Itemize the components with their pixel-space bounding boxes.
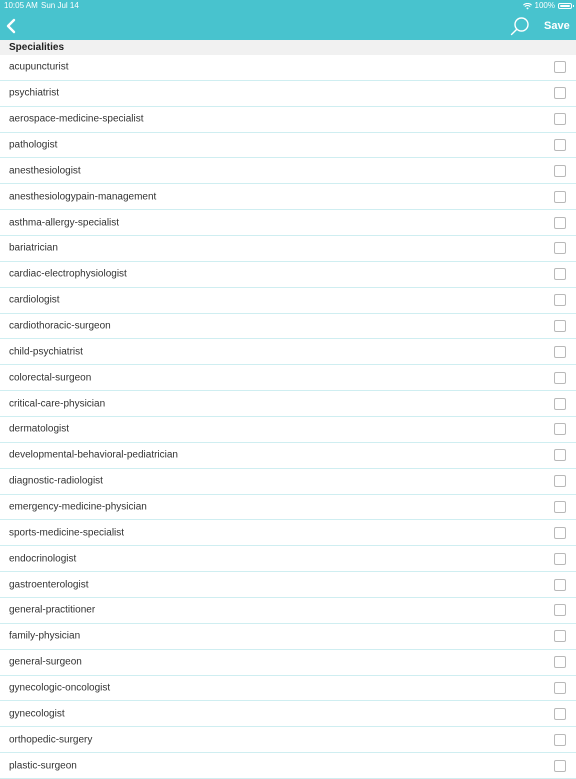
navigation-bar: Save xyxy=(0,12,576,40)
list-item[interactable]: dermatologist xyxy=(0,417,576,443)
speciality-checkbox[interactable] xyxy=(554,578,566,591)
speciality-label: family-physician xyxy=(9,630,81,642)
list-item[interactable]: colorectal-surgeon xyxy=(0,365,576,392)
list-item[interactable]: gastroenterologist xyxy=(0,572,576,599)
save-button[interactable]: Save xyxy=(544,19,570,33)
section-header: Specialities xyxy=(0,40,576,55)
speciality-checkbox[interactable] xyxy=(554,242,566,255)
list-item[interactable]: cardiologist xyxy=(0,288,576,314)
speciality-checkbox[interactable] xyxy=(554,656,566,669)
speciality-checkbox[interactable] xyxy=(554,501,566,514)
speciality-label: acupuncturist xyxy=(9,61,69,73)
list-item[interactable]: bariatrician xyxy=(0,236,576,262)
speciality-checkbox[interactable] xyxy=(554,759,566,772)
speciality-checkbox[interactable] xyxy=(554,320,566,333)
speciality-checkbox[interactable] xyxy=(554,630,566,643)
status-date: Sun Jul 14 xyxy=(41,1,79,10)
section-title: Specialities xyxy=(9,42,65,53)
speciality-label: asthma-allergy-specialist xyxy=(9,217,120,229)
speciality-checkbox[interactable] xyxy=(554,216,566,229)
speciality-checkbox[interactable] xyxy=(554,423,566,436)
speciality-label: endocrinologist xyxy=(9,553,77,565)
list-item[interactable]: critical-care-physician xyxy=(0,391,576,418)
list-item[interactable]: cardiac-electrophysiologist xyxy=(0,262,576,288)
speciality-checkbox[interactable] xyxy=(554,682,566,695)
battery-percentage: 100% xyxy=(534,1,555,10)
list-item[interactable]: plastic-surgeon xyxy=(0,753,576,779)
speciality-label: general-surgeon xyxy=(9,656,82,668)
speciality-label: aerospace-medicine-specialist xyxy=(9,113,144,125)
list-item[interactable]: general-practitioner xyxy=(0,598,576,624)
speciality-label: critical-care-physician xyxy=(9,398,106,410)
speciality-checkbox[interactable] xyxy=(554,268,566,281)
speciality-label: developmental-behavioral-pediatrician xyxy=(9,449,178,461)
list-item[interactable]: endocrinologist xyxy=(0,546,576,573)
list-item[interactable]: developmental-behavioral-pediatrician xyxy=(0,443,576,469)
speciality-list: acupuncturist psychiatrist aerospace-medic… xyxy=(0,55,576,779)
speciality-checkbox[interactable] xyxy=(554,139,566,151)
speciality-label: sports-medicine-specialist xyxy=(9,527,125,539)
status-time: 10:05 AM xyxy=(4,1,38,10)
speciality-label: gastroenterologist xyxy=(9,579,89,591)
search-icon[interactable] xyxy=(509,15,531,37)
speciality-label: cardiothoracic-surgeon xyxy=(9,320,111,332)
status-bar: 10:05 AM Sun Jul 14 100% xyxy=(0,0,576,12)
speciality-label: child-psychiatrist xyxy=(9,346,83,358)
speciality-checkbox[interactable] xyxy=(554,113,566,126)
speciality-label: anesthesiologist xyxy=(9,165,81,177)
speciality-checkbox[interactable] xyxy=(554,87,566,100)
speciality-label: psychiatrist xyxy=(9,87,60,99)
list-item[interactable]: acupuncturist xyxy=(0,55,576,81)
battery-full-icon xyxy=(558,3,574,9)
list-item[interactable]: gynecologic-oncologist xyxy=(0,676,576,702)
speciality-checkbox[interactable] xyxy=(554,397,566,410)
speciality-label: gynecologist xyxy=(9,708,65,720)
list-item[interactable]: sports-medicine-specialist xyxy=(0,520,576,547)
list-item[interactable]: diagnostic-radiologist xyxy=(0,469,576,495)
speciality-label: plastic-surgeon xyxy=(9,760,77,772)
list-item[interactable]: cardiothoracic-surgeon xyxy=(0,314,576,340)
speciality-checkbox[interactable] xyxy=(554,733,566,746)
speciality-checkbox[interactable] xyxy=(554,707,566,720)
speciality-checkbox[interactable] xyxy=(554,190,566,203)
speciality-label: emergency-medicine-physician xyxy=(9,501,147,513)
wifi-icon xyxy=(522,2,532,10)
speciality-label: general-practitioner xyxy=(9,604,96,616)
list-item[interactable]: anesthesiologypain-management xyxy=(0,184,576,211)
speciality-checkbox[interactable] xyxy=(554,449,566,462)
list-item[interactable]: pathologist xyxy=(0,133,576,159)
speciality-label: colorectal-surgeon xyxy=(9,372,92,384)
list-item[interactable]: gynecologist xyxy=(0,701,576,728)
speciality-checkbox[interactable] xyxy=(554,61,566,74)
speciality-checkbox[interactable] xyxy=(554,371,566,384)
list-item[interactable]: general-surgeon xyxy=(0,650,576,676)
speciality-label: cardiologist xyxy=(9,294,60,306)
status-indicators: 100% xyxy=(522,0,574,12)
speciality-checkbox[interactable] xyxy=(554,604,566,617)
list-item[interactable]: psychiatrist xyxy=(0,81,576,107)
speciality-label: bariatrician xyxy=(9,242,58,254)
speciality-checkbox[interactable] xyxy=(554,164,566,177)
speciality-checkbox[interactable] xyxy=(554,294,566,307)
list-item[interactable]: anesthesiologist xyxy=(0,158,576,185)
speciality-checkbox[interactable] xyxy=(554,345,566,358)
list-item[interactable]: orthopedic-surgery xyxy=(0,727,576,754)
speciality-label: gynecologic-oncologist xyxy=(9,682,111,694)
speciality-label: orthopedic-surgery xyxy=(9,734,93,746)
speciality-label: pathologist xyxy=(9,139,58,151)
list-item[interactable]: emergency-medicine-physician xyxy=(0,495,576,521)
chevron-left-icon[interactable] xyxy=(3,17,21,35)
list-item[interactable]: aerospace-medicine-specialist xyxy=(0,107,576,133)
speciality-label: anesthesiologypain-management xyxy=(9,191,157,203)
speciality-label: diagnostic-radiologist xyxy=(9,475,103,487)
speciality-checkbox[interactable] xyxy=(554,552,566,565)
speciality-checkbox[interactable] xyxy=(554,475,566,488)
speciality-label: cardiac-electrophysiologist xyxy=(9,268,127,280)
list-item[interactable]: child-psychiatrist xyxy=(0,339,576,366)
speciality-label: dermatologist xyxy=(9,423,70,435)
list-item[interactable]: asthma-allergy-specialist xyxy=(0,210,576,237)
list-item[interactable]: family-physician xyxy=(0,624,576,650)
speciality-checkbox[interactable] xyxy=(554,526,566,539)
